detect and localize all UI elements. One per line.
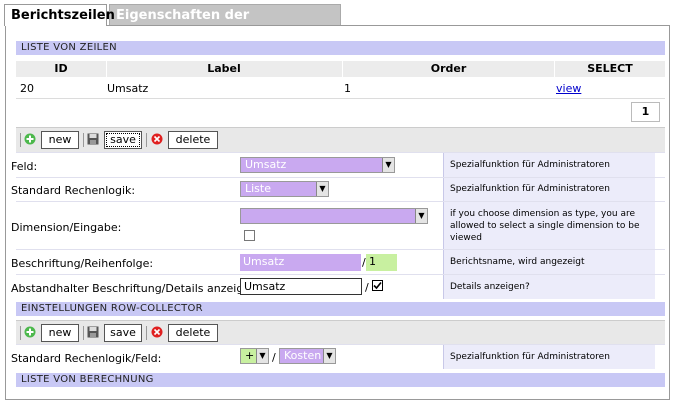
beschriftung-label: Beschriftung/Reihenfolge: <box>11 257 154 270</box>
abstand-help: Details anzeigen? <box>443 275 655 299</box>
feld-help: Spezialfunktion für Administratoren <box>443 153 655 177</box>
feld-value: Umsatz <box>245 158 287 171</box>
dimension-checkbox[interactable] <box>244 230 255 241</box>
table-header: ID Label Order SELECT <box>16 61 665 77</box>
reihenfolge-input[interactable]: 1 <box>366 254 397 271</box>
dimension-label: Dimension/Eingabe: <box>11 221 122 234</box>
collector-new-button[interactable]: new <box>41 324 79 342</box>
toolbar-rows: new save delete <box>16 127 665 152</box>
collector-save-button[interactable]: save <box>104 324 142 342</box>
dropdown-arrow-icon: ▼ <box>323 349 335 363</box>
cell-order: 1 <box>344 82 351 95</box>
delete-button[interactable]: delete <box>168 131 218 149</box>
delete-x-icon <box>151 326 163 338</box>
collector-delete-button[interactable]: delete <box>168 324 218 342</box>
beschriftung-help: Berichtsname, wird angezeigt <box>443 250 655 274</box>
dimension-help: if you choose dimension as type, you are… <box>443 202 655 249</box>
view-link[interactable]: view <box>556 82 581 95</box>
new-button[interactable]: new <box>41 131 79 149</box>
cell-id: 20 <box>20 82 34 95</box>
details-checkbox[interactable] <box>372 280 383 291</box>
column-header-label: Label <box>207 62 241 75</box>
floppy-disk-icon <box>87 133 99 145</box>
collector-label: Standard Rechenlogik/Feld: <box>11 352 162 365</box>
checkbox-checked-icon <box>373 281 382 290</box>
tab-eigenschaften-berichtsspalte[interactable]: Eigenschaften der Berichtsspalte <box>109 4 341 45</box>
dimension-select[interactable]: ▼ <box>240 208 428 224</box>
row-divider <box>16 98 665 99</box>
collector-field-select[interactable]: Kosten ▼ <box>279 348 336 364</box>
column-header-select: SELECT <box>587 62 633 75</box>
rechenlogik-help: Spezialfunktion für Administratoren <box>443 178 655 201</box>
dropdown-arrow-icon: ▼ <box>316 182 328 196</box>
section-header-calc: LISTE VON BERECHNUNG <box>16 373 665 387</box>
rechenlogik-value: Liste <box>245 182 271 195</box>
beschriftung-input[interactable]: Umsatz <box>240 254 361 271</box>
cell-label: Umsatz <box>107 82 149 95</box>
plus-icon <box>24 326 36 338</box>
operator-select[interactable]: + ▼ <box>240 348 269 364</box>
dropdown-arrow-icon: ▼ <box>382 158 394 172</box>
feld-label: Feld: <box>11 160 38 173</box>
floppy-disk-icon <box>87 326 99 338</box>
rechenlogik-select[interactable]: Liste ▼ <box>240 181 329 197</box>
pagination-page[interactable]: 1 <box>631 102 660 122</box>
rechenlogik-label: Standard Rechenlogik: <box>11 184 136 197</box>
operator-value: + <box>245 349 255 362</box>
tab-berichtszeilen[interactable]: Berichtszeilen <box>4 4 115 26</box>
abstand-label: Abstandhalter Beschriftung/Details anzei… <box>11 282 261 295</box>
collector-field-value: Kosten <box>284 349 322 362</box>
main-panel: LISTE VON ZEILEN ID Label Order SELECT 2… <box>5 25 670 400</box>
column-header-id: ID <box>54 62 68 75</box>
plus-icon <box>24 133 36 145</box>
save-button[interactable]: save <box>104 131 142 149</box>
dropdown-arrow-icon: ▼ <box>415 209 427 223</box>
section-header-collector: EINSTELLUNGEN ROW-COLLECTOR <box>16 302 665 316</box>
collector-help: Spezialfunktion für Administratoren <box>443 345 655 369</box>
abstand-input[interactable]: Umsatz <box>240 278 362 295</box>
dropdown-arrow-icon: ▼ <box>256 349 268 363</box>
section-header-rows: LISTE VON ZEILEN <box>16 41 665 55</box>
delete-x-icon <box>151 133 163 145</box>
column-header-order: Order <box>430 62 467 75</box>
toolbar-collector: new save delete <box>16 320 665 345</box>
feld-select[interactable]: Umsatz ▼ <box>240 157 395 173</box>
